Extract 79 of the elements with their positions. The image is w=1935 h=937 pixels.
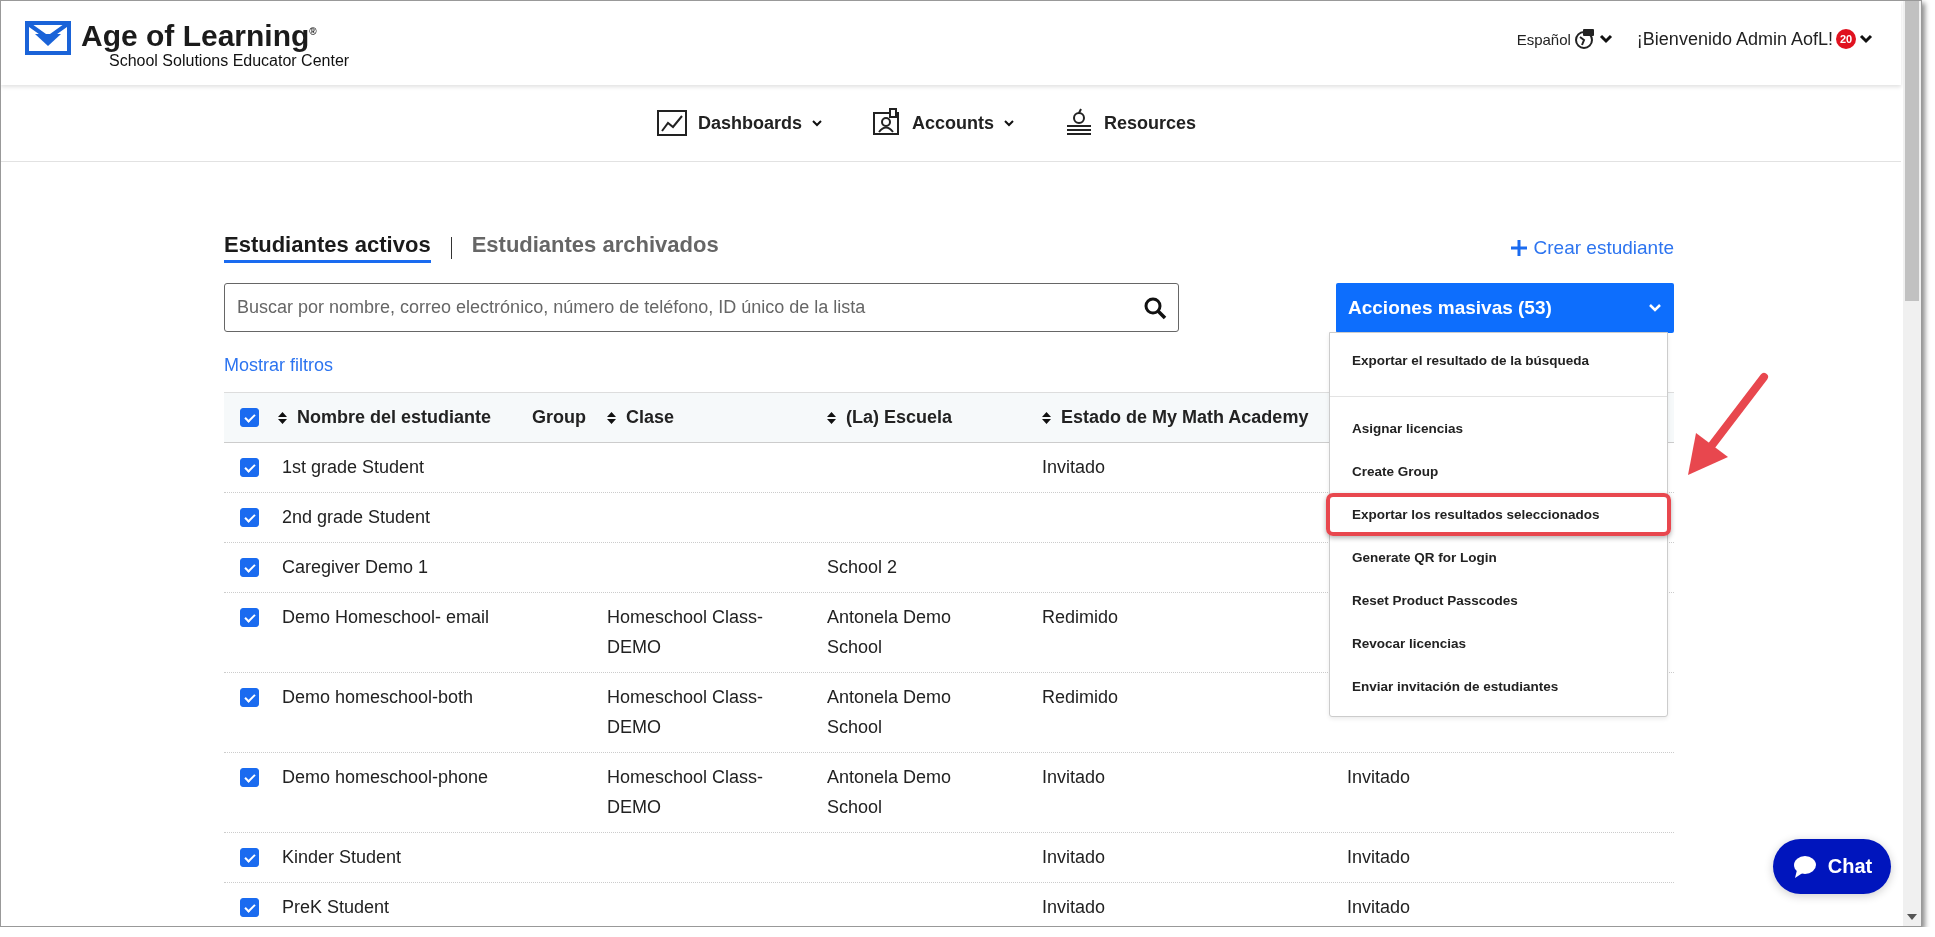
- row-checkbox[interactable]: [239, 768, 259, 787]
- nav-menu-item[interactable]: Dashboards: [655, 109, 822, 137]
- table-cell: Invitado: [1347, 767, 1411, 787]
- chevron-down-icon: [1598, 34, 1613, 44]
- sort-icon: [827, 411, 836, 424]
- chat-button[interactable]: Chat: [1773, 839, 1891, 894]
- scroll-down-icon[interactable]: [1907, 914, 1917, 920]
- menu-item[interactable]: Asignar licencias: [1330, 411, 1486, 446]
- bulk-actions-button[interactable]: Acciones masivas (53): [1336, 283, 1674, 333]
- language-selector[interactable]: Español: [1516, 28, 1613, 50]
- table-cell: Antonela Demo School: [827, 767, 952, 817]
- table-cell: 2nd grade Student: [282, 507, 431, 527]
- column-header[interactable]: (La) Escuela: [827, 407, 953, 428]
- table-cell: Invitado: [1347, 897, 1411, 917]
- table-cell: Invitado: [1042, 897, 1106, 917]
- sort-icon: [278, 411, 287, 424]
- table-cell: Caregiver Demo 1: [282, 557, 429, 577]
- row-checkbox[interactable]: [239, 508, 259, 527]
- chevron-down-icon: [811, 119, 822, 127]
- row-checkbox[interactable]: [239, 458, 259, 477]
- show-filters-link[interactable]: Mostrar filtros: [224, 355, 333, 376]
- table-cell: Demo Homeschool- email: [282, 607, 490, 627]
- apple-books-icon: [1064, 108, 1094, 138]
- table-cell: 1st grade Student: [282, 457, 425, 477]
- table-cell: Demo homeschool-both: [282, 687, 474, 707]
- chevron-down-icon: [1859, 34, 1873, 44]
- table-cell: Antonela Demo School: [827, 687, 952, 737]
- table-cell: School 2: [827, 557, 898, 577]
- select-all-checkbox[interactable]: [239, 408, 259, 427]
- tab[interactable]: Estudiantes archivados: [471, 232, 719, 263]
- table-cell: Redimido: [1042, 687, 1119, 707]
- menu-item[interactable]: Create Group: [1330, 454, 1461, 489]
- row-checkbox[interactable]: [239, 848, 259, 867]
- menu-item[interactable]: Exportar el resultado de la búsqueda: [1330, 343, 1612, 378]
- table-cell: PreK Student: [282, 897, 390, 917]
- column-header[interactable]: Estado de My Math Academy: [1042, 407, 1309, 428]
- table-cell: Redimido: [1042, 607, 1119, 627]
- menu-item[interactable]: Enviar invitación de estudiantes: [1330, 669, 1581, 704]
- account-menu[interactable]: ¡Bienvenido Admin AofL! 20: [1636, 28, 1873, 50]
- table-cell: Demo homeschool-phone: [282, 767, 489, 787]
- table-cell: Antonela Demo School: [827, 607, 952, 657]
- chevron-down-icon: [1648, 303, 1662, 313]
- plus-icon: [1509, 238, 1528, 257]
- nav-menu-item[interactable]: Accounts: [871, 108, 1014, 138]
- sort-icon: [1042, 411, 1051, 424]
- tab[interactable]: Estudiantes activos: [224, 232, 431, 263]
- row-checkbox[interactable]: [239, 608, 259, 627]
- notification-badge: 20: [1836, 29, 1856, 49]
- line-chart-icon: [655, 109, 688, 137]
- column-header[interactable]: Nombre del estudiante: [278, 407, 492, 428]
- menu-item[interactable]: Reset Product Passcodes: [1330, 583, 1540, 618]
- table-cell: Invitado: [1042, 847, 1106, 867]
- row-checkbox[interactable]: [239, 898, 259, 917]
- person-card-icon: [871, 108, 902, 138]
- row-checkbox[interactable]: [239, 688, 259, 707]
- row-checkbox[interactable]: [239, 558, 259, 577]
- speech-bubble-icon: [1791, 854, 1818, 879]
- table-cell: Homeschool Class-DEMO: [607, 687, 764, 737]
- globe-chat-icon: [1573, 28, 1596, 50]
- column-header[interactable]: Group: [532, 407, 586, 428]
- column-header[interactable]: Clase: [607, 407, 675, 428]
- table-cell: Kinder Student: [282, 847, 402, 867]
- menu-item[interactable]: Revocar licencias: [1330, 626, 1489, 661]
- create-student-link[interactable]: Crear estudiante: [1509, 236, 1674, 259]
- table-cell: Homeschool Class-DEMO: [607, 767, 764, 817]
- table-cell: Invitado: [1042, 767, 1106, 787]
- menu-item[interactable]: Generate QR for Login: [1330, 540, 1519, 575]
- nav-menu-item[interactable]: Resources: [1064, 108, 1197, 138]
- book-logo-icon: [25, 20, 71, 56]
- table-cell: Invitado: [1347, 847, 1411, 867]
- chevron-down-icon: [1004, 119, 1014, 127]
- table-cell: Invitado: [1042, 457, 1106, 477]
- brand-subtitle: School Solutions Educator Center: [109, 52, 350, 70]
- search-field[interactable]: Buscar por nombre, correo electrónico, número de teléfono, ID único de la lista: [224, 283, 1179, 332]
- scrollbar[interactable]: [1903, 1, 1921, 926]
- sort-icon: [607, 411, 616, 424]
- table-cell: Homeschool Class-DEMO: [607, 607, 764, 657]
- menu-item[interactable]: Exportar los resultados seleccionados: [1330, 497, 1622, 532]
- search-icon[interactable]: [1143, 296, 1167, 320]
